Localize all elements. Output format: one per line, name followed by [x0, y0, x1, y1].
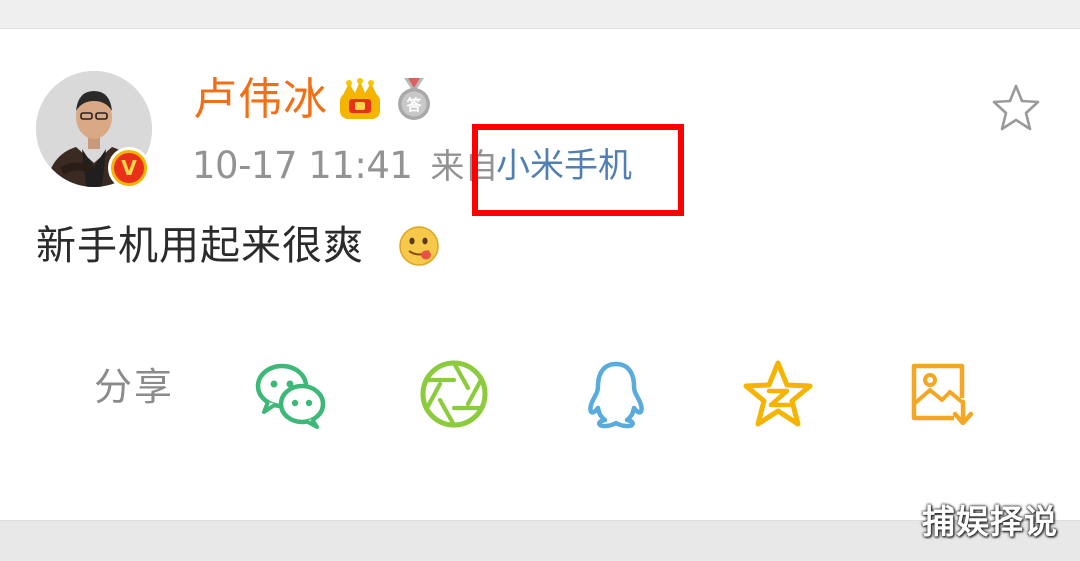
moments-icon — [420, 360, 488, 428]
moments-share-button[interactable] — [418, 358, 490, 430]
wechat-share-button[interactable] — [254, 358, 326, 430]
save-image-share-button[interactable] — [906, 358, 978, 430]
post-meta: 10-17 11:41 来自 — [192, 140, 498, 192]
highlight-box — [472, 124, 684, 216]
qq-icon — [588, 361, 644, 429]
wechat-icon — [255, 363, 326, 429]
verified-badge-label: V — [114, 153, 144, 183]
watermark: 捕娱择说 — [922, 502, 1058, 541]
post-card — [0, 29, 1080, 520]
qzone-icon — [743, 360, 813, 427]
qq-share-button[interactable] — [580, 358, 652, 430]
bottom-separator — [0, 520, 1080, 561]
post-time: 10-17 11:41 — [192, 144, 413, 187]
verified-badge-icon: V — [108, 147, 150, 189]
qzone-share-button[interactable] — [742, 358, 814, 430]
save-image-icon — [911, 363, 974, 426]
share-label: 分享 — [94, 365, 175, 409]
favorite-star-icon[interactable] — [990, 82, 1042, 134]
crown-icon[interactable] — [337, 77, 383, 123]
tongue-emoji-icon — [399, 226, 439, 266]
medal-icon[interactable]: 答 — [394, 76, 434, 122]
post-text: 新手机用起来很爽 — [36, 223, 364, 269]
top-separator — [0, 0, 1080, 29]
medal-char: 答 — [406, 96, 422, 114]
author-name[interactable]: 卢伟冰 — [193, 72, 328, 128]
